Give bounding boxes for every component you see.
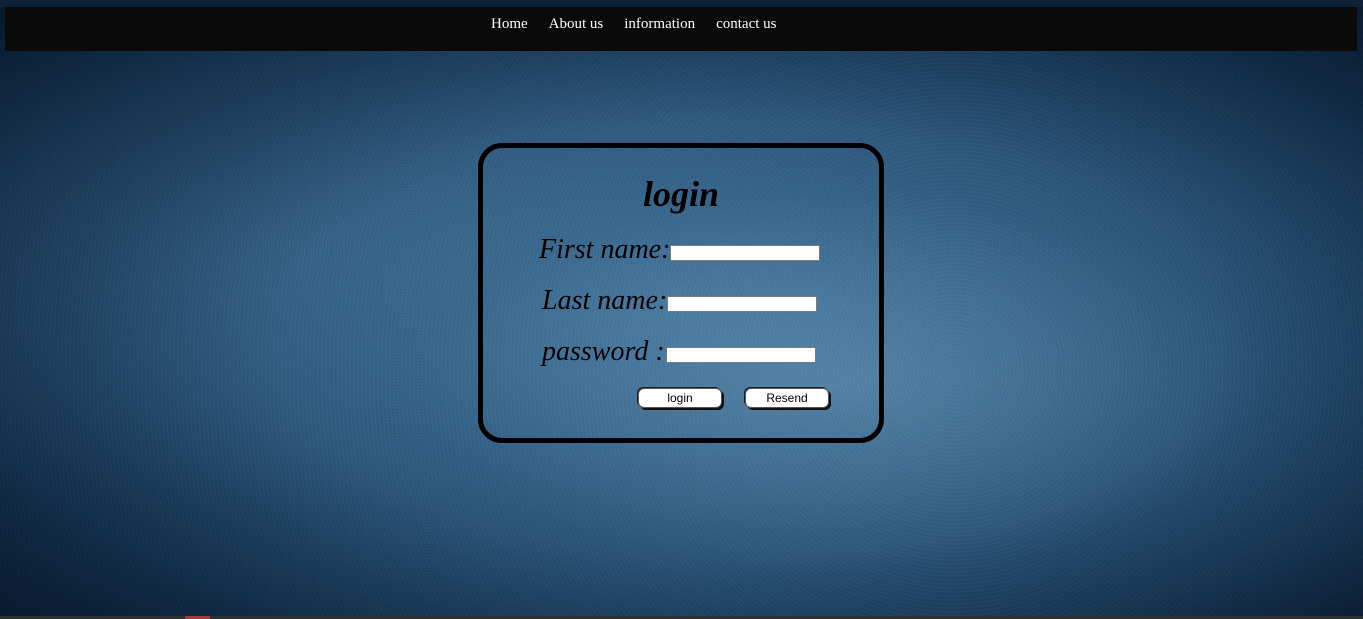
resend-button[interactable]: Resend: [745, 388, 829, 408]
login-title: login: [642, 174, 720, 214]
first-name-label: First name:: [539, 234, 671, 265]
first-name-input[interactable]: [670, 245, 820, 261]
nav-link-information[interactable]: information: [624, 16, 695, 33]
nav-link-contact-us[interactable]: contact us: [716, 16, 776, 33]
password-input[interactable]: [666, 347, 816, 363]
nav-link-about-us[interactable]: About us: [549, 16, 604, 33]
last-name-input[interactable]: [667, 296, 817, 312]
login-button[interactable]: login: [638, 388, 722, 408]
top-navbar: Home About us information contact us: [5, 7, 1357, 51]
nav-links: Home About us information contact us: [491, 16, 777, 33]
password-label: password :: [542, 336, 665, 367]
login-form: login First name: Last name: password : …: [478, 143, 884, 443]
nav-link-home[interactable]: Home: [491, 16, 528, 33]
last-name-label: Last name:: [542, 285, 668, 316]
top-strip: [0, 0, 1363, 7]
